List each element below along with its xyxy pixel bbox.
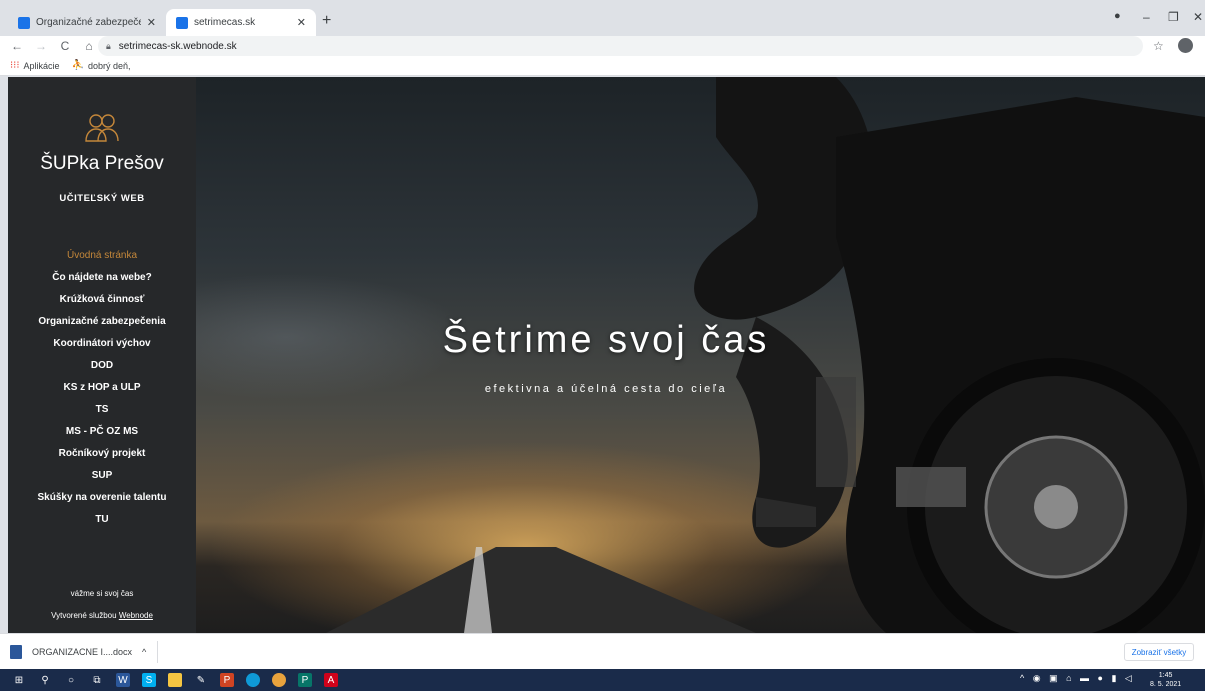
address-bar[interactable]: 🔒︎ setrimecas-sk.webnode.sk (98, 36, 1143, 56)
tab-title: Organizačné zabezpečenia :: setr (36, 17, 141, 28)
site-subtitle: UČITEĽSKÝ WEB (59, 193, 145, 204)
webpage: ŠUPka Prešov UČITEĽSKÝ WEB Úvodná stránk… (8, 77, 1205, 633)
tab-organizacne[interactable]: Organizačné zabezpečenia :: setr ✕ (8, 9, 166, 36)
menu-item-ks-z-hop[interactable]: KS z HOP a ULP (8, 377, 196, 399)
bookmark-icon: ⛹ (71, 60, 85, 71)
home-icon[interactable]: ⌂ (82, 39, 96, 53)
download-filename: ORGANIZACNE I....docx (32, 647, 133, 657)
menu-item-dod[interactable]: DOD (8, 355, 196, 377)
minimize-button[interactable]: – (1143, 10, 1150, 24)
url-text: setrimecas-sk.webnode.sk (118, 40, 237, 52)
browser-tab-strip: Organizačné zabezpečenia :: setr ✕ setri… (0, 0, 1205, 36)
menu-item-organizacne-zabezpecenia[interactable]: Organizačné zabezpečenia (8, 311, 196, 333)
footer-created-text: Vytvorené službou (51, 611, 117, 620)
word-document-icon (10, 645, 22, 659)
task-view-icon[interactable]: ⧉ (90, 673, 104, 687)
webnode-favicon-icon (176, 16, 188, 29)
hero-subtitle: efektivna a účelná cesta do cieľa (484, 383, 728, 395)
hero-title: Šetrime svoj čas (442, 319, 770, 361)
chrome-browser-icon[interactable] (272, 673, 286, 687)
bookmark-label: Aplikácie (23, 60, 60, 71)
download-bar: ORGANIZACNE I....docx ^ Zobraziť všetky (0, 633, 1205, 669)
bookmark-apps[interactable]: ⁝⁝⁝ Aplikácie (10, 60, 60, 71)
tab-title: setrimecas.sk (194, 17, 256, 28)
menu-item-rocnikovy-projekt[interactable]: Ročníkový projekt (8, 443, 196, 465)
lock-icon: 🔒︎ (106, 40, 111, 51)
back-arrow-icon[interactable]: ← (10, 39, 24, 53)
word-app-icon[interactable]: W (116, 673, 130, 687)
tab-setrimecas[interactable]: setrimecas.sk ✕ (166, 9, 316, 36)
menu-item-co-najdete[interactable]: Čo nájdete na webe? (8, 267, 196, 289)
windows-taskbar: ⊞ ⚲ ○ ⧉ W S ✎ P P A ^ ◉ ▣ ⌂ ▬ ● ▮ ◁ 1:45… (0, 669, 1205, 691)
close-tab-icon[interactable]: ✕ (297, 16, 306, 29)
reload-icon[interactable]: C (58, 39, 72, 53)
powerpoint-app-icon[interactable]: P (220, 673, 234, 687)
webnode-favicon-icon (18, 16, 30, 29)
profile-avatar[interactable] (1178, 38, 1193, 53)
webnode-link[interactable]: Webnode (119, 611, 153, 620)
browser-toolbar: ← → C ⌂ 🔒︎ setrimecas-sk.webnode.sk ☆ (0, 36, 1205, 56)
taskbar-clock[interactable]: 1:45 8. 5. 2021 (1150, 671, 1181, 689)
hero-banner: Šetrime svoj čas efektivna a účelná cest… (196, 77, 1205, 633)
paint-app-icon[interactable]: ✎ (194, 673, 208, 687)
main-menu: Úvodná stránka Čo nájdete na webe? Krúžk… (8, 245, 196, 531)
bookmark-label: dobrý deň, (88, 60, 131, 71)
menu-item-uvodna-stranka[interactable]: Úvodná stránka (8, 245, 196, 267)
download-item[interactable]: ORGANIZACNE I....docx ^ (10, 641, 158, 663)
file-explorer-icon[interactable] (168, 673, 182, 687)
maximize-button[interactable]: ❐ (1168, 10, 1179, 24)
menu-item-tu[interactable]: TU (8, 509, 196, 531)
site-title[interactable]: ŠUPka Prešov (8, 153, 196, 175)
menu-item-ts[interactable]: TS (8, 399, 196, 421)
footer-tagline: vážme si svoj čas (70, 589, 134, 598)
menu-item-sup[interactable]: SUP (8, 465, 196, 487)
new-tab-button[interactable]: + (322, 12, 331, 30)
clock-time: 1:45 (1158, 672, 1173, 679)
apps-grid-icon: ⁝⁝⁝ (10, 60, 20, 71)
windows-start-icon[interactable]: ⊞ (12, 673, 26, 687)
skype-app-icon[interactable]: S (142, 673, 156, 687)
bookmark-star-icon[interactable]: ☆ (1153, 39, 1164, 53)
forward-arrow-icon[interactable]: → (34, 39, 48, 53)
search-icon[interactable]: ⚲ (38, 673, 52, 687)
bookmark-dobry-den[interactable]: ⛹ dobrý deň, (72, 60, 131, 71)
footer-credit: Vytvorené službou Webnode (8, 611, 196, 620)
publisher-app-icon[interactable]: P (298, 673, 312, 687)
record-indicator-icon[interactable]: ● (1114, 10, 1121, 22)
bookmarks-bar: ⁝⁝⁝ Aplikácie ⛹ dobrý deň, (0, 56, 1205, 76)
sidebar: ŠUPka Prešov UČITEĽSKÝ WEB Úvodná stránk… (8, 77, 196, 633)
system-tray-icons[interactable]: ^ ◉ ▣ ⌂ ▬ ● ▮ ◁ (1020, 673, 1135, 684)
menu-item-koordinatori-vychov[interactable]: Koordinátori výchov (8, 333, 196, 355)
show-all-button[interactable]: Zobraziť všetky (1124, 643, 1194, 661)
clock-date: 8. 5. 2021 (1150, 681, 1182, 688)
menu-item-ms-pc[interactable]: MS - PČ OZ MS (8, 421, 196, 443)
edge-browser-icon[interactable] (246, 673, 260, 687)
acrobat-app-icon[interactable]: A (324, 673, 338, 687)
close-window-button[interactable]: ✕ (1193, 10, 1203, 24)
chevron-up-icon[interactable]: ^ (142, 647, 146, 657)
menu-item-skusky-talentu[interactable]: Skúšky na overenie talentu (8, 487, 196, 509)
close-tab-icon[interactable]: ✕ (147, 16, 156, 29)
cortana-icon[interactable]: ○ (64, 673, 78, 687)
menu-item-kruzkova-cinnost[interactable]: Krúžková činnosť (8, 289, 196, 311)
people-logo-icon[interactable] (80, 111, 124, 145)
